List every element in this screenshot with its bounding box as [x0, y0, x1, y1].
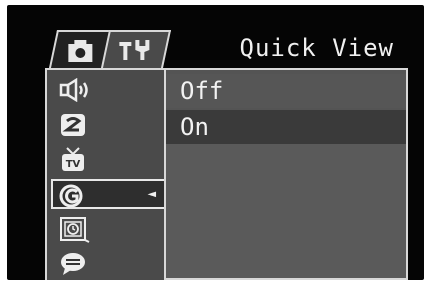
tools-icon: [106, 36, 164, 68]
sidebar-item-sound[interactable]: [55, 76, 160, 106]
settings-sidebar: TV ◄: [45, 68, 166, 280]
sidebar-item-quick-view[interactable]: ◄: [51, 179, 166, 209]
camera-menu-screen: Quick View TV ◄ Off On: [7, 5, 424, 280]
svg-text:TV: TV: [66, 159, 81, 170]
camera-icon: [54, 36, 106, 68]
selection-indicator-icon: ◄: [147, 186, 156, 202]
option-on[interactable]: On: [166, 110, 406, 144]
sidebar-item-language[interactable]: [55, 248, 160, 278]
sidebar-item-date-time[interactable]: [55, 214, 160, 244]
sidebar-item-stabilizer[interactable]: [55, 110, 160, 140]
tab-settings[interactable]: [100, 30, 172, 68]
sidebar-item-tv-output[interactable]: TV: [55, 144, 160, 174]
options-panel: Off On: [164, 68, 408, 280]
page-title: Quick View: [239, 34, 394, 62]
options-empty-area: [166, 144, 406, 278]
option-off[interactable]: Off: [166, 74, 406, 108]
